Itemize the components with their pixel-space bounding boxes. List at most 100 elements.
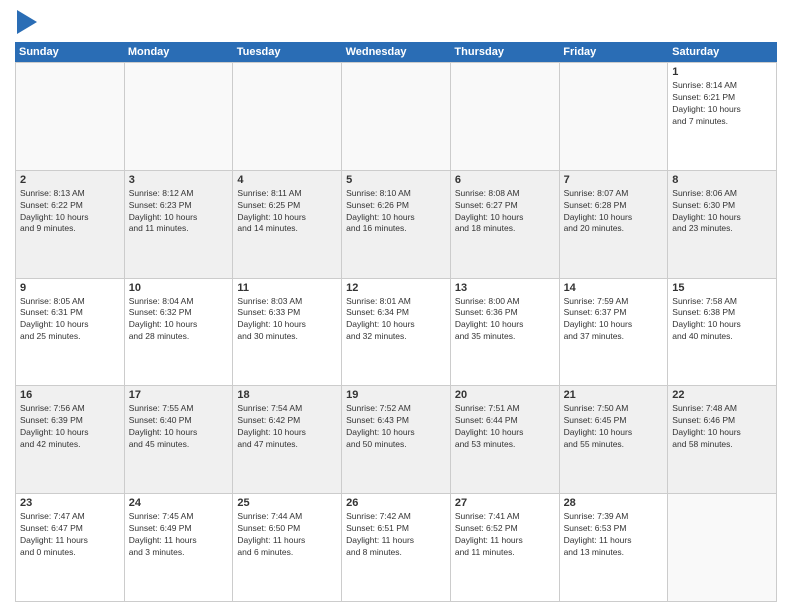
cal-cell: 13 Sunrise: 8:00 AM Sunset: 6:36 PM Dayli…	[451, 279, 560, 387]
cal-cell	[560, 63, 669, 171]
cal-cell	[233, 63, 342, 171]
logo	[15, 10, 37, 34]
day-number: 14	[564, 282, 664, 294]
cal-header-day: Friday	[559, 42, 668, 62]
cal-cell: 8 Sunrise: 8:06 AM Sunset: 6:30 PM Daylig…	[668, 171, 777, 279]
calendar-header: SundayMondayTuesdayWednesdayThursdayFrid…	[15, 42, 777, 62]
day-number: 18	[237, 389, 337, 401]
cal-row: 9 Sunrise: 8:05 AM Sunset: 6:31 PM Daylig…	[16, 279, 777, 387]
day-number: 23	[20, 497, 120, 509]
cal-cell: 26Sunrise: 7:42 AM Sunset: 6:51 PM Dayli…	[342, 494, 451, 602]
day-info: Sunrise: 7:44 AM Sunset: 6:50 PM Dayligh…	[237, 511, 337, 559]
day-info: Sunrise: 7:41 AM Sunset: 6:52 PM Dayligh…	[455, 511, 555, 559]
cal-cell: 22 Sunrise: 7:48 AM Sunset: 6:46 PM Dayli…	[668, 386, 777, 494]
cal-cell: 20Sunrise: 7:51 AM Sunset: 6:44 PM Dayli…	[451, 386, 560, 494]
day-info: Sunrise: 7:55 AM Sunset: 6:40 PM Dayligh…	[129, 403, 229, 451]
calendar-body: 1 Sunrise: 8:14 AM Sunset: 6:21 PM Daylig…	[15, 62, 777, 602]
cal-header-day: Tuesday	[233, 42, 342, 62]
day-info: Sunrise: 7:56 AM Sunset: 6:39 PM Dayligh…	[20, 403, 120, 451]
day-number: 1	[672, 66, 772, 78]
cal-cell: 1 Sunrise: 8:14 AM Sunset: 6:21 PM Daylig…	[668, 63, 777, 171]
day-info: Sunrise: 8:14 AM Sunset: 6:21 PM Dayligh…	[672, 80, 772, 128]
cal-row: 16 Sunrise: 7:56 AM Sunset: 6:39 PM Dayli…	[16, 386, 777, 494]
page-container: SundayMondayTuesdayWednesdayThursdayFrid…	[0, 0, 792, 612]
day-info: Sunrise: 7:58 AM Sunset: 6:38 PM Dayligh…	[672, 296, 772, 344]
day-number: 6	[455, 174, 555, 186]
cal-row: 23 Sunrise: 7:47 AM Sunset: 6:47 PM Dayli…	[16, 494, 777, 602]
day-number: 15	[672, 282, 772, 294]
cal-cell: 2 Sunrise: 8:13 AM Sunset: 6:22 PM Daylig…	[16, 171, 125, 279]
day-info: Sunrise: 8:01 AM Sunset: 6:34 PM Dayligh…	[346, 296, 446, 344]
day-number: 11	[237, 282, 337, 294]
day-number: 17	[129, 389, 229, 401]
day-info: Sunrise: 7:39 AM Sunset: 6:53 PM Dayligh…	[564, 511, 664, 559]
cal-cell: 6Sunrise: 8:08 AM Sunset: 6:27 PM Daylig…	[451, 171, 560, 279]
cal-cell: 3Sunrise: 8:12 AM Sunset: 6:23 PM Daylig…	[125, 171, 234, 279]
cal-cell: 14 Sunrise: 7:59 AM Sunset: 6:37 PM Dayli…	[560, 279, 669, 387]
day-number: 13	[455, 282, 555, 294]
cal-cell	[342, 63, 451, 171]
day-info: Sunrise: 8:07 AM Sunset: 6:28 PM Dayligh…	[564, 188, 664, 236]
day-info: Sunrise: 8:04 AM Sunset: 6:32 PM Dayligh…	[129, 296, 229, 344]
cal-cell: 7 Sunrise: 8:07 AM Sunset: 6:28 PM Daylig…	[560, 171, 669, 279]
day-number: 9	[20, 282, 120, 294]
day-number: 24	[129, 497, 229, 509]
day-info: Sunrise: 7:59 AM Sunset: 6:37 PM Dayligh…	[564, 296, 664, 344]
logo-icon	[17, 10, 37, 34]
day-number: 19	[346, 389, 446, 401]
day-number: 4	[237, 174, 337, 186]
cal-header-day: Sunday	[15, 42, 124, 62]
cal-cell: 11 Sunrise: 8:03 AM Sunset: 6:33 PM Dayli…	[233, 279, 342, 387]
cal-cell	[125, 63, 234, 171]
day-info: Sunrise: 7:54 AM Sunset: 6:42 PM Dayligh…	[237, 403, 337, 451]
cal-header-day: Saturday	[668, 42, 777, 62]
day-info: Sunrise: 8:13 AM Sunset: 6:22 PM Dayligh…	[20, 188, 120, 236]
day-info: Sunrise: 7:52 AM Sunset: 6:43 PM Dayligh…	[346, 403, 446, 451]
day-number: 28	[564, 497, 664, 509]
cal-cell: 9 Sunrise: 8:05 AM Sunset: 6:31 PM Daylig…	[16, 279, 125, 387]
calendar: SundayMondayTuesdayWednesdayThursdayFrid…	[15, 42, 777, 602]
cal-cell: 25 Sunrise: 7:44 AM Sunset: 6:50 PM Dayli…	[233, 494, 342, 602]
cal-cell: 5Sunrise: 8:10 AM Sunset: 6:26 PM Daylig…	[342, 171, 451, 279]
cal-cell: 24 Sunrise: 7:45 AM Sunset: 6:49 PM Dayli…	[125, 494, 234, 602]
cal-cell: 21Sunrise: 7:50 AM Sunset: 6:45 PM Dayli…	[560, 386, 669, 494]
cal-cell	[451, 63, 560, 171]
day-number: 8	[672, 174, 772, 186]
cal-row: 2 Sunrise: 8:13 AM Sunset: 6:22 PM Daylig…	[16, 171, 777, 279]
day-info: Sunrise: 7:48 AM Sunset: 6:46 PM Dayligh…	[672, 403, 772, 451]
day-number: 2	[20, 174, 120, 186]
day-info: Sunrise: 8:03 AM Sunset: 6:33 PM Dayligh…	[237, 296, 337, 344]
cal-cell	[668, 494, 777, 602]
cal-cell: 12Sunrise: 8:01 AM Sunset: 6:34 PM Dayli…	[342, 279, 451, 387]
cal-cell: 10 Sunrise: 8:04 AM Sunset: 6:32 PM Dayli…	[125, 279, 234, 387]
cal-cell: 23 Sunrise: 7:47 AM Sunset: 6:47 PM Dayli…	[16, 494, 125, 602]
day-info: Sunrise: 8:11 AM Sunset: 6:25 PM Dayligh…	[237, 188, 337, 236]
cal-cell: 28 Sunrise: 7:39 AM Sunset: 6:53 PM Dayli…	[560, 494, 669, 602]
day-info: Sunrise: 8:05 AM Sunset: 6:31 PM Dayligh…	[20, 296, 120, 344]
day-number: 5	[346, 174, 446, 186]
day-info: Sunrise: 8:06 AM Sunset: 6:30 PM Dayligh…	[672, 188, 772, 236]
day-number: 7	[564, 174, 664, 186]
cal-header-day: Thursday	[450, 42, 559, 62]
day-number: 27	[455, 497, 555, 509]
day-number: 22	[672, 389, 772, 401]
day-number: 25	[237, 497, 337, 509]
day-number: 26	[346, 497, 446, 509]
cal-cell: 17 Sunrise: 7:55 AM Sunset: 6:40 PM Dayli…	[125, 386, 234, 494]
cal-cell: 27 Sunrise: 7:41 AM Sunset: 6:52 PM Dayli…	[451, 494, 560, 602]
day-info: Sunrise: 7:45 AM Sunset: 6:49 PM Dayligh…	[129, 511, 229, 559]
cal-cell: 4 Sunrise: 8:11 AM Sunset: 6:25 PM Daylig…	[233, 171, 342, 279]
day-info: Sunrise: 8:00 AM Sunset: 6:36 PM Dayligh…	[455, 296, 555, 344]
day-number: 20	[455, 389, 555, 401]
cal-row: 1 Sunrise: 8:14 AM Sunset: 6:21 PM Daylig…	[16, 63, 777, 171]
day-info: Sunrise: 7:47 AM Sunset: 6:47 PM Dayligh…	[20, 511, 120, 559]
cal-cell: 16 Sunrise: 7:56 AM Sunset: 6:39 PM Dayli…	[16, 386, 125, 494]
day-number: 21	[564, 389, 664, 401]
cal-header-day: Wednesday	[342, 42, 451, 62]
header	[15, 10, 777, 34]
day-number: 10	[129, 282, 229, 294]
cal-cell	[16, 63, 125, 171]
cal-cell: 18 Sunrise: 7:54 AM Sunset: 6:42 PM Dayli…	[233, 386, 342, 494]
day-number: 16	[20, 389, 120, 401]
cal-header-day: Monday	[124, 42, 233, 62]
